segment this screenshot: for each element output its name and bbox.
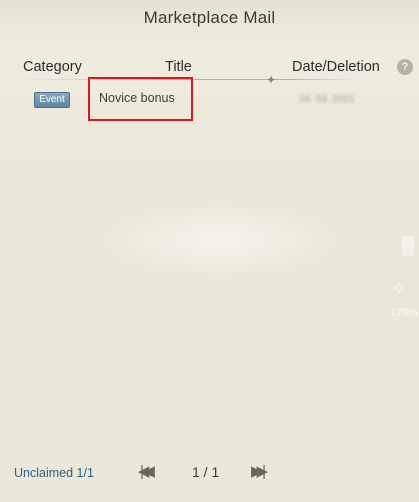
page-indicator: 1 / 1: [192, 464, 220, 480]
waypoint-marker-icon: ◇: [394, 280, 404, 294]
category-badge-event: Event: [34, 92, 70, 108]
marketplace-mail-window: Marketplace Mail Category Title Date/Del…: [0, 0, 419, 502]
first-page-button[interactable]: |◀◀: [140, 461, 155, 483]
selection-highlight: [88, 77, 193, 121]
waypoint-distance: 179m: [390, 307, 418, 319]
background-haze: [90, 200, 350, 280]
column-header-title[interactable]: Title: [165, 59, 192, 75]
last-page-button[interactable]: ▶▶|: [251, 461, 266, 483]
window-title: Marketplace Mail: [143, 8, 276, 27]
help-icon[interactable]: ?: [397, 59, 413, 75]
mail-date: 24. 03. 2021: [299, 94, 355, 105]
column-header-category[interactable]: Category: [23, 59, 82, 75]
unclaimed-count: Unclaimed 1/1: [14, 466, 94, 480]
mail-list-item[interactable]: Event Novice bonus 24. 03. 2021: [0, 84, 419, 112]
side-tab: [402, 236, 414, 256]
column-header-date-deletion[interactable]: Date/Deletion: [292, 59, 380, 75]
